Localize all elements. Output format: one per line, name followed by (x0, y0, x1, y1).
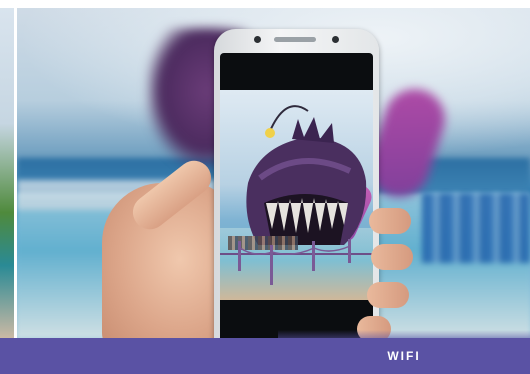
hero-photo (17, 8, 530, 338)
stanchion-posts (238, 239, 351, 285)
phone-screen (220, 53, 373, 338)
promo-banner: WIFI (0, 0, 530, 374)
smartphone (214, 29, 379, 338)
front-camera-icon (332, 36, 339, 43)
finger-middle (371, 244, 413, 270)
finger-index (369, 208, 411, 234)
deck-chairs (422, 193, 530, 263)
wifi-tab[interactable]: WIFI (278, 338, 530, 374)
adjacent-slide-preview (0, 8, 14, 338)
bottom-band (0, 338, 278, 374)
wifi-label: WIFI (387, 349, 421, 363)
finger-ring (367, 282, 409, 308)
band-shadow (278, 330, 530, 338)
phone-speaker (274, 37, 316, 42)
phone-sensor-icon (254, 36, 261, 43)
